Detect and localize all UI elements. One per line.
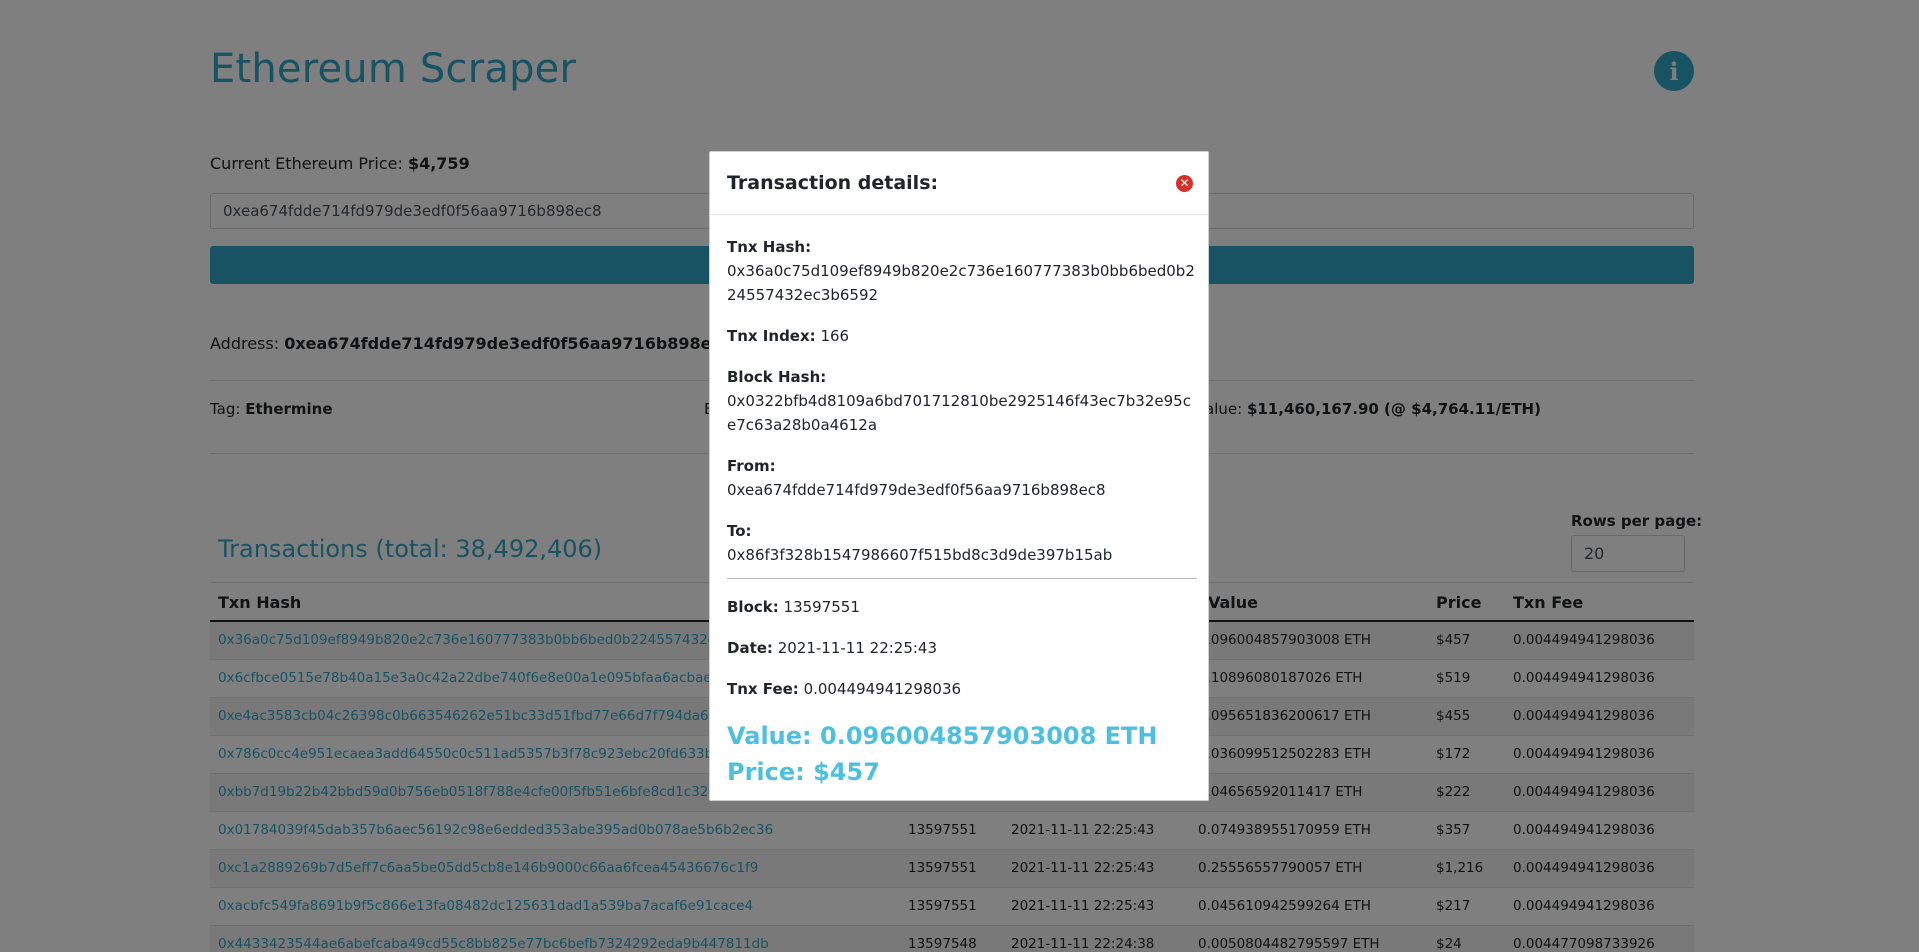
tnx-hash-label: Tnx Hash: bbox=[727, 238, 812, 256]
modal-header: Transaction details: ✕ bbox=[710, 152, 1208, 215]
date-value: 2021-11-11 22:25:43 bbox=[777, 639, 938, 657]
modal-title: Transaction details: bbox=[727, 172, 939, 194]
fee-field: Tnx Fee: 0.004494941298036 bbox=[727, 677, 1197, 701]
block-label: Block: bbox=[727, 598, 779, 616]
transaction-details-modal: Transaction details: ✕ Tnx Hash: 0x36a0c… bbox=[709, 151, 1209, 801]
modal-body: Tnx Hash: 0x36a0c75d109ef8949b820e2c736e… bbox=[727, 235, 1197, 790]
fee-value: 0.004494941298036 bbox=[803, 680, 962, 698]
tnx-index-field: Tnx Index: 166 bbox=[727, 324, 1197, 348]
close-icon[interactable]: ✕ bbox=[1176, 175, 1193, 192]
from-label: From: bbox=[727, 457, 776, 475]
from-field: From: 0xea674fdde714fd979de3edf0f56aa971… bbox=[727, 454, 1197, 502]
tnx-index-label: Tnx Index: bbox=[727, 327, 816, 345]
tnx-hash-field: Tnx Hash: 0x36a0c75d109ef8949b820e2c736e… bbox=[727, 235, 1197, 307]
page: Ethereum Scraper i Current Ethereum Pric… bbox=[0, 0, 1919, 952]
to-label: To: bbox=[727, 522, 752, 540]
date-label: Date: bbox=[727, 639, 773, 657]
date-field: Date: 2021-11-11 22:25:43 bbox=[727, 636, 1197, 660]
block-hash-field: Block Hash: 0x0322bfb4d8109a6bd701712810… bbox=[727, 365, 1197, 437]
modal-price-highlight: Price: $457 bbox=[727, 758, 880, 786]
to-field: To: 0x86f3f328b1547986607f515bd8c3d9de39… bbox=[727, 519, 1197, 567]
tnx-index-value: 166 bbox=[820, 327, 850, 345]
tnx-hash-value: 0x36a0c75d109ef8949b820e2c736e160777383b… bbox=[727, 262, 1195, 304]
from-value: 0xea674fdde714fd979de3edf0f56aa9716b898e… bbox=[727, 481, 1106, 499]
fee-label: Tnx Fee: bbox=[727, 680, 799, 698]
modal-value-highlight: Value: 0.096004857903008 ETH bbox=[727, 722, 1158, 750]
block-field: Block: 13597551 bbox=[727, 595, 1197, 619]
modal-divider bbox=[727, 578, 1197, 579]
block-value: 13597551 bbox=[783, 598, 860, 616]
block-hash-label: Block Hash: bbox=[727, 368, 827, 386]
block-hash-value: 0x0322bfb4d8109a6bd701712810be2925146f43… bbox=[727, 392, 1191, 434]
to-value: 0x86f3f328b1547986607f515bd8c3d9de397b15… bbox=[727, 546, 1113, 564]
